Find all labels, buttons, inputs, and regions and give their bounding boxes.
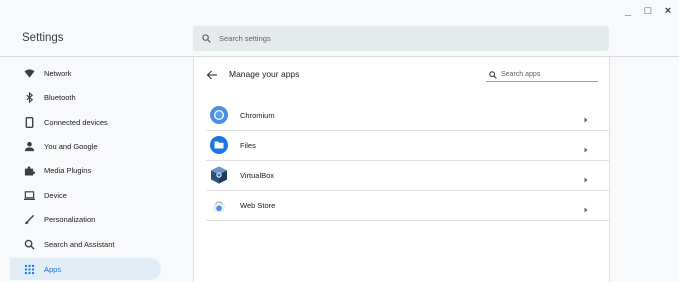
back-arrow-icon[interactable] — [206, 68, 218, 80]
wifi-icon — [22, 66, 36, 80]
subpage-title: Manage your apps — [229, 69, 300, 79]
sidebar-item-search-and-assistant[interactable]: Search and Assistant — [10, 233, 161, 255]
sidebar-item-label: Media Plugins — [44, 165, 92, 175]
sidebar-item-label: Connected devices — [44, 117, 108, 127]
chevron-right-icon — [583, 141, 589, 153]
apps-grid-icon — [22, 262, 36, 276]
search-icon — [489, 70, 497, 79]
sidebar-item-network[interactable]: Network — [10, 62, 161, 84]
sidebar-item-label: Bluetooth — [44, 92, 76, 102]
search-icon — [22, 237, 36, 251]
search-apps-box[interactable]: Search apps — [486, 68, 598, 82]
sidebar-item-label: Network — [44, 68, 72, 78]
chevron-right-icon — [583, 111, 589, 123]
row-divider — [206, 220, 609, 221]
sidebar: Network Bluetooth Connected devices You … — [0, 57, 193, 282]
search-settings-input[interactable]: Search settings — [219, 34, 271, 43]
minimize-button[interactable]: _ — [623, 4, 633, 18]
sidebar-item-label: Apps — [44, 264, 62, 274]
app-name: Web Store — [240, 201, 276, 210]
manage-apps-card: Manage your apps Search apps Chromium Fi… — [193, 57, 610, 282]
search-apps-input[interactable]: Search apps — [501, 71, 540, 78]
person-icon — [22, 139, 36, 153]
sidebar-item-label: You and Google — [44, 141, 98, 151]
sidebar-item-device[interactable]: Device — [10, 184, 161, 206]
chromium-icon — [209, 105, 229, 125]
app-row-files[interactable]: Files — [194, 130, 609, 160]
app-name: Chromium — [240, 111, 275, 120]
maximize-button[interactable]: □ — [643, 4, 653, 18]
files-icon — [209, 135, 229, 155]
puzzle-icon — [22, 163, 36, 177]
sidebar-item-apps[interactable]: Apps — [10, 258, 161, 280]
sidebar-item-label: Personalization — [44, 214, 96, 224]
sidebar-item-personalization[interactable]: Personalization — [10, 208, 161, 230]
settings-header: Settings Search settings — [0, 22, 679, 56]
sidebar-item-media-plugins[interactable]: Media Plugins — [10, 159, 161, 181]
web-store-icon — [209, 195, 229, 215]
virtualbox-icon — [209, 165, 229, 185]
app-name: VirtualBox — [240, 171, 275, 180]
page-title: Settings — [22, 32, 64, 44]
brush-icon — [22, 212, 36, 226]
app-row-web-store[interactable]: Web Store — [194, 190, 609, 220]
close-button[interactable]: × — [663, 4, 673, 18]
chevron-right-icon — [583, 171, 589, 183]
sidebar-item-bluetooth[interactable]: Bluetooth — [10, 86, 161, 108]
sidebar-item-label: Search and Assistant — [44, 239, 115, 249]
search-icon — [202, 30, 211, 48]
subpage-header: Manage your apps Search apps — [194, 57, 609, 91]
sidebar-item-label: Device — [44, 190, 67, 200]
sidebar-item-connected-devices[interactable]: Connected devices — [10, 111, 161, 133]
sidebar-item-you-and-google[interactable]: You and Google — [10, 135, 161, 157]
phone-icon — [22, 115, 36, 129]
window-controls: _ □ × — [623, 4, 673, 18]
search-settings-box[interactable]: Search settings — [193, 26, 609, 51]
laptop-icon — [22, 188, 36, 202]
bluetooth-icon — [22, 90, 36, 104]
app-name: Files — [240, 141, 256, 150]
app-row-chromium[interactable]: Chromium — [194, 100, 609, 130]
chevron-right-icon — [583, 201, 589, 213]
app-row-virtualbox[interactable]: VirtualBox — [194, 160, 609, 190]
